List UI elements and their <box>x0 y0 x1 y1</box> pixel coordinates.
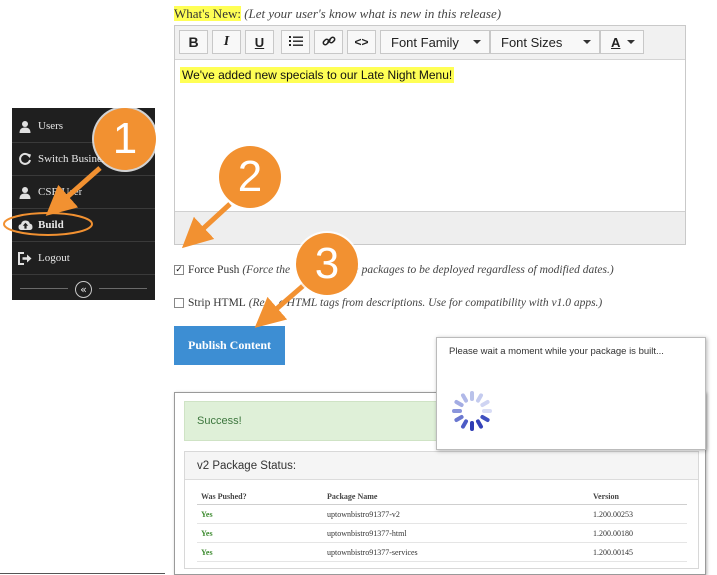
callout-step-2: 2 <box>219 146 281 208</box>
callout-1-arrow <box>45 166 102 216</box>
callout-step-3: 3 <box>296 233 358 295</box>
callout-2-arrow <box>181 202 232 249</box>
callout-3-arrow <box>254 283 306 328</box>
callout-step-1: 1 <box>94 108 156 170</box>
annotation-overlay <box>3 166 306 328</box>
build-highlight-ellipse <box>3 212 93 236</box>
divider <box>0 573 165 574</box>
